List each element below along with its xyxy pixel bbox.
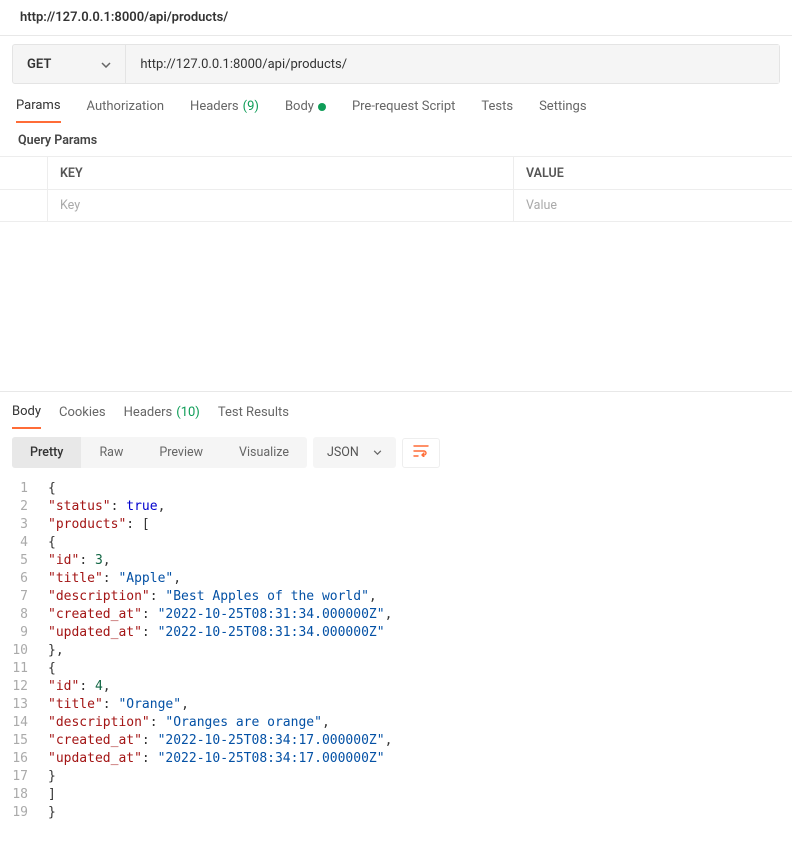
tab-tests[interactable]: Tests bbox=[481, 98, 513, 123]
key-col-header: KEY bbox=[48, 157, 514, 189]
tab-body-label: Body bbox=[285, 99, 314, 114]
checkbox-col-header bbox=[0, 157, 48, 189]
value-input[interactable]: Value bbox=[514, 190, 792, 221]
view-tab-visualize[interactable]: Visualize bbox=[221, 437, 307, 468]
http-method-label: GET bbox=[27, 57, 51, 72]
key-input[interactable]: Key bbox=[48, 190, 514, 221]
tab-settings[interactable]: Settings bbox=[539, 98, 586, 123]
tab-headers-label: Headers bbox=[190, 99, 239, 114]
wrap-lines-button[interactable] bbox=[402, 438, 440, 468]
tab-headers-count: (9) bbox=[243, 99, 259, 114]
spacer bbox=[0, 222, 792, 392]
view-tab-raw[interactable]: Raw bbox=[81, 437, 141, 468]
query-params-header: Query Params bbox=[0, 123, 792, 156]
request-row: GET http://127.0.0.1:8000/api/products/ bbox=[12, 44, 780, 84]
tab-pre-request[interactable]: Pre-request Script bbox=[352, 98, 455, 123]
response-tab-cookies[interactable]: Cookies bbox=[59, 404, 106, 429]
response-tabs: Body Cookies Headers (10) Test Results bbox=[0, 392, 792, 429]
response-tab-test-results[interactable]: Test Results bbox=[218, 404, 289, 429]
format-select[interactable]: JSON bbox=[313, 437, 396, 468]
request-tab-title[interactable]: http://127.0.0.1:8000/api/products/ bbox=[0, 0, 792, 36]
tab-authorization[interactable]: Authorization bbox=[87, 98, 165, 123]
table-header-row: KEY VALUE bbox=[0, 157, 792, 189]
response-view-row: Pretty Raw Preview Visualize JSON bbox=[0, 429, 792, 476]
response-tab-body[interactable]: Body bbox=[12, 404, 41, 429]
response-body-code[interactable]: 1{ 2 "status": true, 3 "products": [ 4 {… bbox=[0, 476, 792, 834]
tab-headers[interactable]: Headers (9) bbox=[190, 98, 259, 123]
row-checkbox[interactable] bbox=[0, 190, 48, 221]
view-tab-pretty[interactable]: Pretty bbox=[12, 437, 81, 468]
tab-body[interactable]: Body bbox=[285, 98, 326, 123]
value-col-header: VALUE bbox=[514, 157, 792, 189]
tab-params[interactable]: Params bbox=[16, 98, 61, 123]
chevron-down-icon bbox=[373, 450, 382, 455]
chevron-down-icon bbox=[101, 57, 111, 72]
request-url-input[interactable]: http://127.0.0.1:8000/api/products/ bbox=[126, 45, 779, 83]
format-label: JSON bbox=[327, 445, 359, 460]
request-tabs: Params Authorization Headers (9) Body Pr… bbox=[0, 84, 792, 123]
view-mode-tabs: Pretty Raw Preview Visualize bbox=[12, 437, 307, 468]
body-indicator-icon bbox=[318, 103, 326, 111]
response-headers-label: Headers bbox=[124, 405, 173, 420]
table-row: Key Value bbox=[0, 189, 792, 221]
http-method-select[interactable]: GET bbox=[13, 45, 126, 83]
response-headers-count: (10) bbox=[176, 405, 200, 420]
wrap-icon bbox=[413, 445, 429, 457]
response-tab-headers[interactable]: Headers (10) bbox=[124, 404, 200, 429]
query-params-table: KEY VALUE Key Value bbox=[0, 156, 792, 222]
view-tab-preview[interactable]: Preview bbox=[141, 437, 221, 468]
